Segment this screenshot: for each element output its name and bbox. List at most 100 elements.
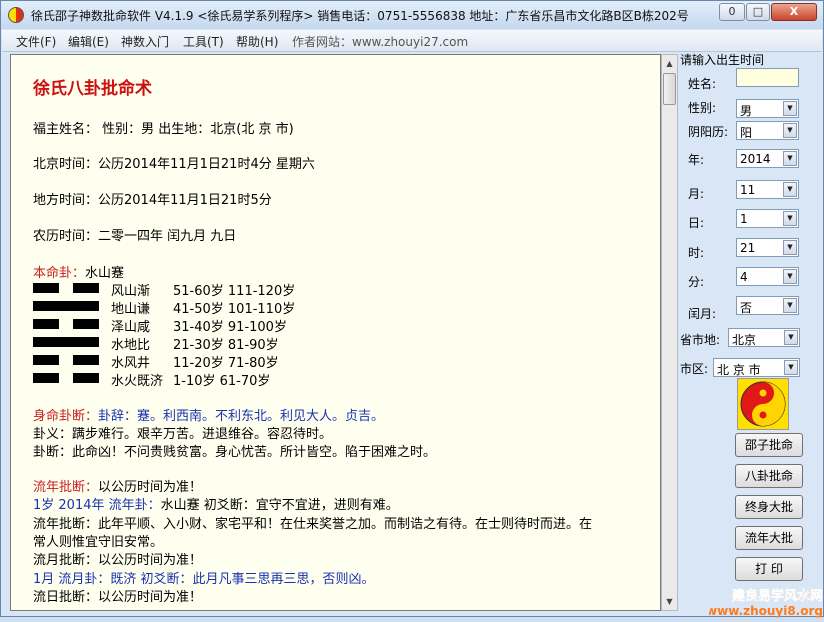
menu-edit[interactable]: 编辑(E): [68, 33, 109, 50]
menu-help[interactable]: 帮助(H): [236, 33, 278, 50]
menu-author-site[interactable]: 作者网站：www.zhouyi27.com: [292, 33, 468, 50]
liunian-head-line: 流年批断：以公历时间为准！: [33, 476, 202, 495]
owner-line: 福主姓名： 性别：男 出生地：北京(北 京 市): [33, 122, 294, 137]
year-value: 2014: [740, 152, 771, 166]
gua-name: 水地比: [111, 338, 151, 353]
chevron-down-icon[interactable]: ▼: [783, 151, 797, 166]
chevron-down-icon[interactable]: ▼: [784, 360, 798, 375]
shenming-line: 身命卦断：卦辞：蹇。利西南。不利东北。利见大人。贞吉。: [33, 405, 384, 424]
leap-value: 否: [740, 301, 753, 315]
gua-name: 水火既济: [111, 374, 164, 389]
vertical-scrollbar[interactable]: ▲ ▼: [661, 54, 678, 611]
gender-select[interactable]: 男 ▼: [736, 99, 799, 118]
menu-file[interactable]: 文件(F): [16, 33, 56, 50]
name-label: 姓名:: [688, 77, 717, 91]
menu-bar: 文件(F) 编辑(E) 神数入门 工具(T) 帮助(H) 作者网站：www.zh…: [2, 30, 822, 52]
watermark-line1: 建良易学风水网: [732, 588, 823, 604]
chevron-down-icon[interactable]: ▼: [783, 211, 797, 226]
chevron-down-icon[interactable]: ▼: [783, 269, 797, 284]
app-window: 徐氏邵子神数批命软件 V4.1.9 <徐氏易学系列程序> 销售电话：0751-5…: [0, 0, 824, 618]
gua-ages: 21-30岁 81-90岁: [173, 338, 279, 353]
yin-line-right: [73, 373, 99, 383]
district-label: 市区:: [680, 362, 709, 376]
gender-label: 性别:: [688, 101, 717, 115]
scroll-up-icon[interactable]: ▲: [663, 56, 676, 71]
liunian-button[interactable]: 流年大批: [735, 526, 803, 550]
chevron-down-icon[interactable]: ▼: [783, 101, 797, 116]
chevron-down-icon[interactable]: ▼: [783, 298, 797, 313]
menu-tools[interactable]: 工具(T): [183, 33, 224, 50]
minimize-button[interactable]: 0: [719, 3, 745, 21]
title-bar: 徐氏邵子神数批命软件 V4.1.9 <徐氏易学系列程序> 销售电话：0751-5…: [1, 1, 823, 29]
year-line-prefix: 1岁 2014年 流年卦：: [33, 498, 161, 513]
yin-line-left: [33, 355, 59, 365]
app-taiji-icon: [8, 7, 24, 23]
menu-intro[interactable]: 神数入门: [121, 33, 169, 50]
page-title: 徐氏八卦批命术: [33, 79, 152, 99]
name-input[interactable]: [736, 68, 799, 87]
scroll-down-icon[interactable]: ▼: [663, 594, 676, 609]
gua-ages: 31-40岁 91-100岁: [173, 320, 287, 335]
guaduan-line: 卦断：此命凶！不问贵贱贫富。身心忧苦。所计皆空。陷于困难之时。: [33, 445, 437, 460]
bengua-label: 本命卦：: [33, 266, 86, 281]
day-value: 1: [740, 212, 748, 226]
lifetime-button[interactable]: 终身大批: [735, 495, 803, 519]
chevron-down-icon[interactable]: ▼: [783, 182, 797, 197]
liuri-head-line: 流日批断：以公历时间为准！: [33, 590, 203, 605]
city-select[interactable]: 北京 ▼: [728, 328, 800, 347]
taiji-icon: [737, 378, 789, 430]
hour-select[interactable]: 21 ▼: [736, 238, 799, 257]
window-title: 徐氏邵子神数批命软件 V4.1.9 <徐氏易学系列程序> 销售电话：0751-5…: [31, 9, 689, 23]
bengua-line: 本命卦：水山蹇: [33, 262, 124, 281]
scroll-thumb[interactable]: [663, 73, 676, 105]
yin-line-left: [33, 373, 59, 383]
gua-name: 水风井: [111, 356, 151, 371]
close-button[interactable]: X: [771, 3, 817, 21]
gua-ages: 11-20岁 71-80岁: [173, 356, 279, 371]
calendar-value: 阳: [740, 126, 753, 140]
local-time-line: 地方时间：公历2014年11月1日21时5分: [33, 193, 272, 208]
year-line: 1岁 2014年 流年卦：水山蹇 初爻断：宜守不宜进，进则有难。: [33, 494, 399, 513]
liunian-label: 流年批断：: [33, 480, 99, 495]
leap-select[interactable]: 否 ▼: [736, 296, 799, 315]
result-text-area[interactable]: 徐氏八卦批命术 福主姓名： 性别：男 出生地：北京(北 京 市) 北京时间：公历…: [10, 54, 661, 611]
shaozi-button[interactable]: 邵子批命: [735, 433, 803, 457]
gua-ages: 1-10岁 61-70岁: [173, 374, 271, 389]
minute-value: 4: [740, 270, 748, 284]
city-value: 北京: [732, 333, 757, 347]
chevron-down-icon[interactable]: ▼: [783, 123, 797, 138]
day-select[interactable]: 1 ▼: [736, 209, 799, 228]
month-select[interactable]: 11 ▼: [736, 180, 799, 199]
district-select[interactable]: 北 京 市 ▼: [713, 358, 800, 377]
input-panel: 请输入出生时间 姓名: 性别: 男 ▼ 阴阳历: 阳 ▼ 年: 2014 ▼ 月…: [680, 51, 822, 611]
minute-select[interactable]: 4 ▼: [736, 267, 799, 286]
chevron-down-icon[interactable]: ▼: [784, 330, 798, 345]
yin-line-left: [33, 283, 59, 293]
yin-line-left: [33, 319, 59, 329]
liunian-text-1: 流年批断：此年平顺、入小财、家宅平和！在仕来奖誉之加。而制诰之有待。在士则待时而…: [33, 517, 593, 532]
input-prompt: 请输入出生时间: [680, 53, 765, 67]
district-value: 北 京 市: [717, 363, 761, 377]
liunian-text-2: 常人则惟宜守旧安常。: [33, 535, 164, 550]
chevron-down-icon[interactable]: ▼: [783, 240, 797, 255]
hour-value: 21: [740, 241, 756, 255]
print-button[interactable]: 打 印: [735, 557, 803, 581]
yin-line-right: [73, 283, 99, 293]
shenming-label: 身命卦断：: [33, 409, 99, 424]
day-label: 日:: [688, 216, 705, 230]
lunar-time-line: 农历时间：二零一四年 闰九月 九日: [33, 229, 237, 244]
year-line-suffix: 水山蹇 初爻断：宜守不宜进，进则有难。: [160, 498, 399, 513]
calendar-select[interactable]: 阳 ▼: [736, 121, 799, 140]
yang-line: [33, 301, 99, 311]
maximize-button[interactable]: □: [746, 3, 770, 21]
bengua-value: 水山蹇: [85, 266, 125, 281]
liunian-head: 以公历时间为准！: [98, 480, 203, 495]
bagua-button[interactable]: 八卦批命: [735, 464, 803, 488]
calendar-label: 阴阳历:: [688, 125, 729, 139]
yin-line-right: [73, 319, 99, 329]
year-select[interactable]: 2014 ▼: [736, 149, 799, 168]
liuyue-head-line: 流月批断：以公历时间为准！: [33, 553, 203, 568]
gua-name: 泽山咸: [111, 320, 151, 335]
city-label: 省市地:: [680, 333, 721, 347]
gua-name: 地山谦: [111, 302, 151, 317]
